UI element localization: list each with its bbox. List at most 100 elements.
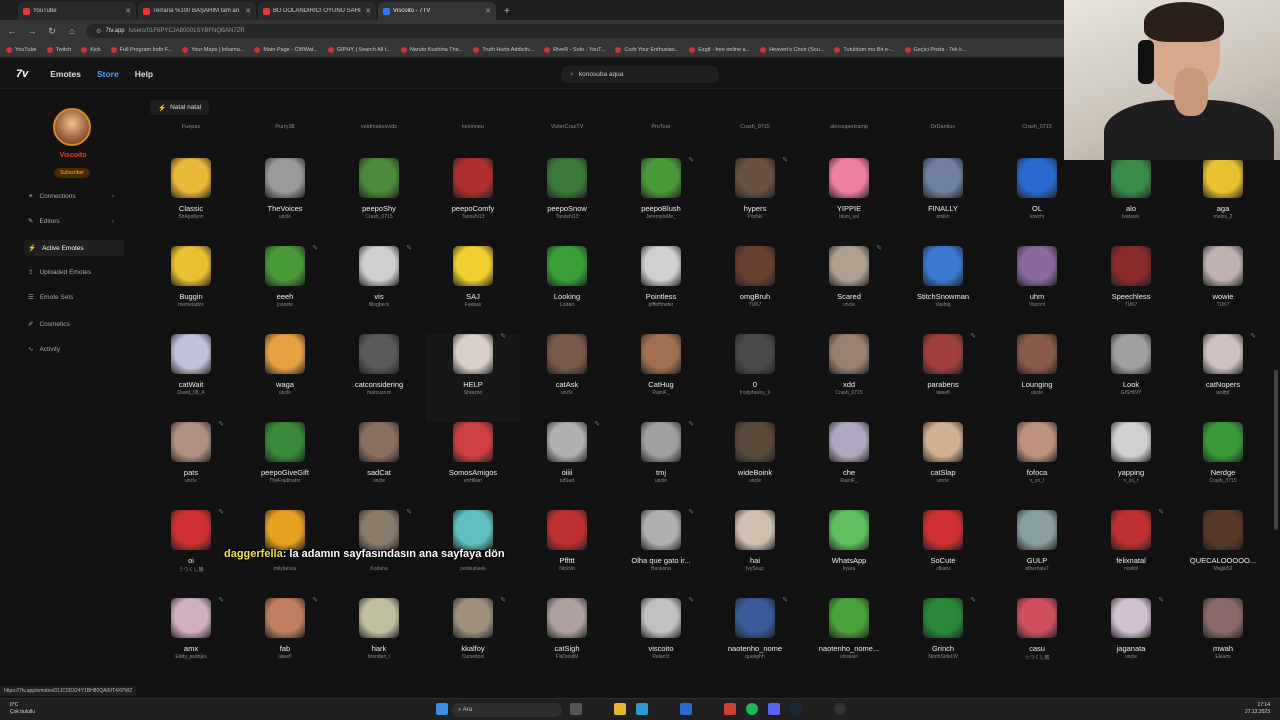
- bookmark-item[interactable]: Heaven's Choir (Sou...: [760, 46, 824, 53]
- edit-icon[interactable]: ✎: [500, 596, 506, 604]
- edit-icon[interactable]: ✎: [406, 508, 412, 516]
- emote-card[interactable]: StitchSnowman Vashiq: [896, 246, 990, 334]
- emote-card[interactable]: naotenho_nome... vicsesei: [802, 598, 896, 686]
- emote-card[interactable]: Buggin memeladze: [144, 246, 238, 334]
- edit-icon[interactable]: ✎: [312, 244, 318, 252]
- edit-icon[interactable]: ✎: [594, 420, 600, 428]
- emote-card[interactable]: che RainiF_: [802, 422, 896, 510]
- emote-card[interactable]: 0 frostyfawxy_9: [708, 334, 802, 422]
- emote-card[interactable]: Look GISHINY: [1084, 334, 1178, 422]
- nav-store[interactable]: Store: [97, 69, 119, 79]
- emote-card[interactable]: catconsidering marcusrrrs: [332, 334, 426, 422]
- edit-icon[interactable]: ✎: [970, 596, 976, 604]
- sidebar-item-connections[interactable]: ⚭ Connections ›: [24, 188, 134, 204]
- edit-icon[interactable]: ✎: [406, 244, 412, 252]
- emote-card[interactable]: peepoSnow Tanoshi13: [520, 158, 614, 246]
- emote-card[interactable]: omgBruh TUK7: [708, 246, 802, 334]
- emote-card[interactable]: TheVoices uncle: [238, 158, 332, 246]
- emote-card[interactable]: FINALLY omiko: [896, 158, 990, 246]
- emote-card[interactable]: ✎ Grinch NorthSideLW: [896, 596, 990, 686]
- sidebar-item-activity[interactable]: ∿ Activity: [24, 341, 134, 357]
- edit-icon[interactable]: ✎: [500, 332, 506, 340]
- emote-card[interactable]: peepoShy Crash_0715: [332, 158, 426, 246]
- browser-tab[interactable]: YouTube ✕: [18, 2, 136, 20]
- emote-card[interactable]: ✎ pats uncle: [144, 420, 238, 510]
- emote-card[interactable]: Lounging uncle: [990, 334, 1064, 422]
- emote-card[interactable]: ✎ catNopers wolfpf: [1176, 332, 1270, 422]
- edit-icon[interactable]: ✎: [312, 596, 318, 604]
- scrollbar-thumb[interactable]: [1274, 370, 1278, 530]
- emote-card[interactable]: ✎ peepoBlush JeremyIsMe_: [614, 156, 708, 246]
- bookmark-item[interactable]: Main Page - CWWat...: [254, 46, 318, 53]
- edit-icon[interactable]: ✎: [1158, 596, 1164, 604]
- bookmark-item[interactable]: Naruto Kushina The...: [400, 46, 463, 53]
- edit-icon[interactable]: ✎: [782, 156, 788, 164]
- explorer-icon[interactable]: [614, 703, 626, 715]
- emote-card[interactable]: yapping v_cn_t: [1084, 422, 1178, 510]
- bookmark-item[interactable]: GIPHY | Search All t...: [327, 46, 391, 53]
- edit-icon[interactable]: ✎: [688, 156, 694, 164]
- new-tab-button[interactable]: +: [504, 6, 510, 17]
- obs-icon[interactable]: [834, 703, 846, 715]
- edit-icon[interactable]: ✎: [218, 596, 224, 604]
- bookmark-item[interactable]: YouTube: [6, 46, 37, 53]
- emote-card[interactable]: sadCat uncle: [332, 422, 426, 510]
- edit-icon[interactable]: ✎: [688, 420, 694, 428]
- emote-card[interactable]: mwah Eleans: [1176, 598, 1270, 686]
- spotify-icon[interactable]: [746, 703, 758, 715]
- nav-help[interactable]: Help: [135, 69, 153, 79]
- taskbar-search[interactable]: ⌕ Ara: [452, 703, 562, 717]
- edit-icon[interactable]: ✎: [970, 332, 976, 340]
- edit-icon[interactable]: ✎: [782, 596, 788, 604]
- nav-emotes[interactable]: Emotes: [50, 69, 81, 79]
- emote-card[interactable]: Pffttt NickVo: [520, 510, 614, 598]
- emote-card[interactable]: ✎ hypers Pochki: [708, 156, 802, 246]
- bookmark-item[interactable]: Curb Your Enthusias...: [615, 46, 679, 53]
- emote-card[interactable]: ✎ oiiii xdSud: [520, 420, 614, 510]
- chrome-icon[interactable]: [724, 703, 736, 715]
- reload-icon[interactable]: ↻: [46, 26, 58, 37]
- emote-card[interactable]: CatHug RainiF_: [614, 334, 708, 422]
- emote-card[interactable]: wideBoink uncle: [708, 422, 802, 510]
- edit-icon[interactable]: ✎: [1158, 508, 1164, 516]
- bookmark-item[interactable]: Tutuldum mu Bir e-...: [834, 46, 895, 53]
- edit-icon[interactable]: ✎: [876, 244, 882, 252]
- edit-icon[interactable]: ✎: [688, 508, 694, 516]
- emote-card[interactable]: WhatsApp kyura: [802, 510, 896, 598]
- emote-card[interactable]: ✎ parabens lateefl: [896, 332, 990, 422]
- emote-card[interactable]: alo lvatarek: [1084, 158, 1178, 246]
- edit-icon[interactable]: ✎: [218, 420, 224, 428]
- emote-card[interactable]: ✎ naotenho_nome queephh: [708, 596, 802, 686]
- task-view-icon[interactable]: [570, 703, 582, 715]
- emote-card[interactable]: ✎ Olha que gato ir... Benkona: [614, 508, 708, 598]
- sidebar-item-cosmetics[interactable]: ✐ Cosmetics: [24, 316, 134, 332]
- emote-card[interactable]: catSigh FisDroidM: [520, 598, 614, 686]
- emote-card[interactable]: peepoComfy Tanoshi13: [426, 158, 520, 246]
- emote-card[interactable]: ✎ viscoito Relan1t: [614, 597, 708, 686]
- emote-card[interactable]: ✎ vis Ningbeck: [332, 244, 426, 334]
- site-info-icon[interactable]: ⚙: [96, 28, 101, 35]
- emote-card[interactable]: Pointless pfffeffmeter: [614, 246, 708, 334]
- back-icon[interactable]: ←: [6, 26, 18, 36]
- bookmark-item[interactable]: Ezgif - free online a...: [689, 46, 750, 53]
- weather-widget[interactable]: 0°C Çok bulutlu: [10, 702, 35, 716]
- emote-card[interactable]: uhm Visconi: [990, 246, 1064, 334]
- page-scrollbar[interactable]: [1272, 160, 1280, 690]
- 7tv-logo[interactable]: 7v: [16, 68, 28, 80]
- url-field[interactable]: ⚙ 7tv.app/users/01F6PYCJA80001SYBFNQBAN7…: [86, 24, 1126, 38]
- edit-icon[interactable]: ✎: [1250, 332, 1256, 340]
- emote-card[interactable]: Classic SirApollyon: [144, 158, 238, 246]
- emote-card[interactable]: aga melos_2: [1176, 158, 1270, 246]
- emote-card[interactable]: casu うつくし鶴: [990, 598, 1064, 686]
- emote-card[interactable]: SomosAmigos enHilian: [426, 422, 520, 510]
- emote-card[interactable]: ✎ tmj uncle: [614, 420, 708, 510]
- emote-card[interactable]: catWait David_08_A: [144, 334, 238, 422]
- bookmark-item[interactable]: Geçici Posta - Tek k...: [904, 46, 967, 53]
- emote-card[interactable]: SAJ Fuepax: [426, 246, 520, 334]
- emote-card[interactable]: ✎ HELP Shrezno: [426, 332, 520, 422]
- emote-card[interactable]: hai IvySoup: [708, 510, 802, 598]
- emote-card[interactable]: GULP athernals7: [990, 510, 1064, 598]
- emote-card[interactable]: waga uncle: [238, 334, 332, 422]
- home-icon[interactable]: ⌂: [66, 26, 78, 36]
- edit-icon[interactable]: ✎: [218, 508, 224, 516]
